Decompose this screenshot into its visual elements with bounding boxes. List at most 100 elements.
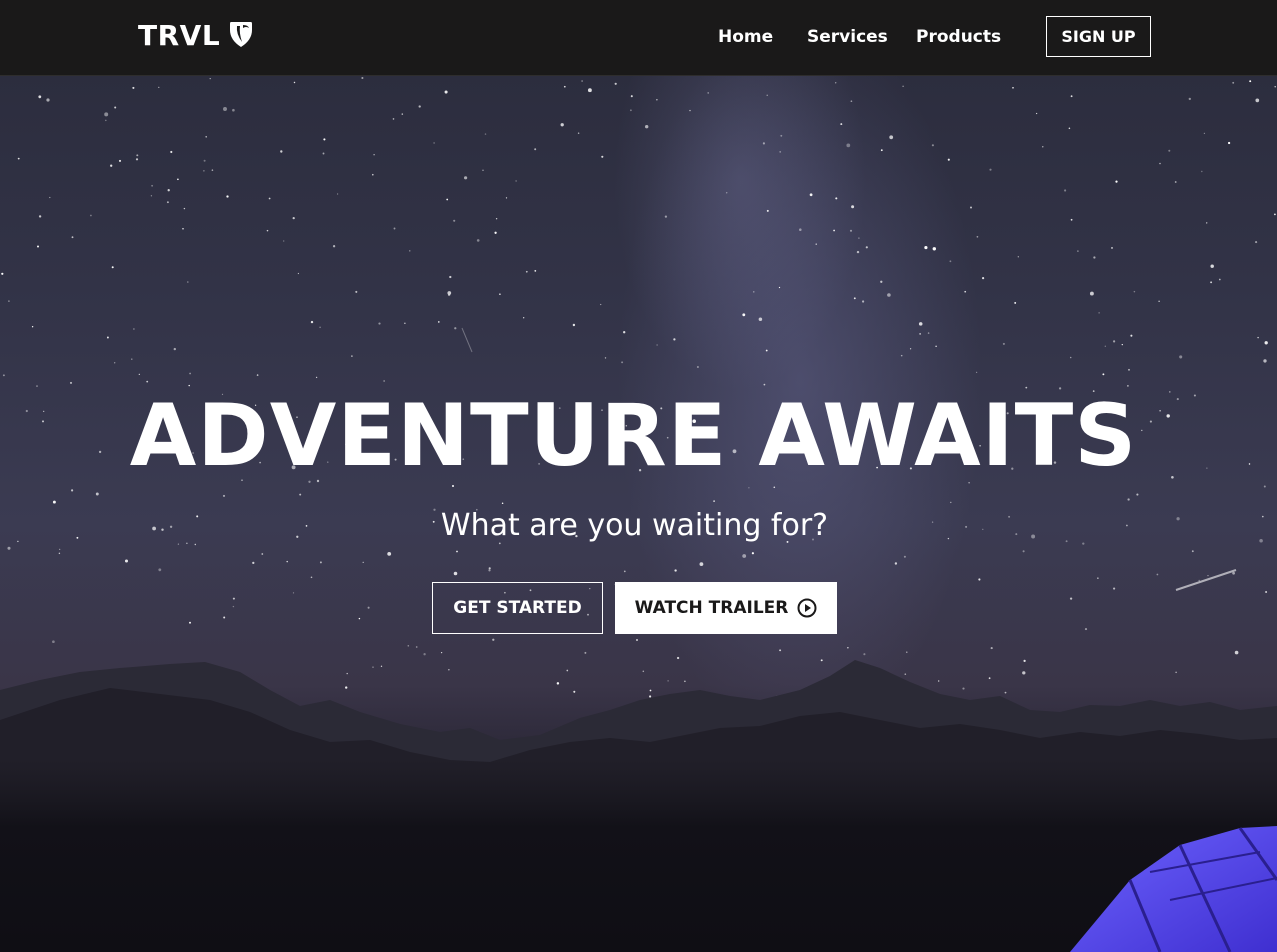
star bbox=[949, 260, 952, 263]
star bbox=[573, 690, 576, 693]
nav-link-home[interactable]: Home bbox=[718, 26, 773, 48]
star bbox=[494, 231, 497, 234]
star bbox=[58, 552, 61, 555]
star bbox=[136, 154, 139, 157]
star bbox=[779, 151, 782, 153]
star bbox=[982, 277, 985, 280]
star bbox=[849, 229, 853, 232]
star bbox=[150, 195, 153, 197]
star bbox=[649, 689, 652, 692]
star bbox=[766, 209, 769, 212]
star bbox=[95, 492, 99, 496]
star bbox=[261, 553, 264, 555]
star bbox=[449, 275, 452, 279]
star bbox=[453, 571, 458, 576]
star bbox=[1232, 81, 1235, 84]
star bbox=[1064, 189, 1067, 192]
star bbox=[623, 570, 626, 573]
star bbox=[1158, 300, 1160, 302]
nav-link-services[interactable]: Services bbox=[807, 26, 888, 48]
star bbox=[656, 344, 658, 346]
star bbox=[835, 197, 838, 200]
star bbox=[1201, 170, 1203, 173]
star bbox=[630, 95, 633, 98]
star bbox=[203, 159, 206, 162]
star bbox=[880, 280, 883, 283]
star bbox=[1102, 373, 1105, 376]
star bbox=[623, 331, 626, 334]
get-started-button[interactable]: GET STARTED bbox=[432, 582, 603, 634]
star bbox=[46, 98, 50, 102]
star bbox=[268, 197, 271, 200]
star bbox=[401, 113, 404, 115]
star bbox=[146, 380, 149, 383]
star bbox=[71, 236, 74, 239]
star bbox=[71, 489, 74, 492]
star bbox=[779, 649, 782, 652]
star bbox=[297, 272, 300, 275]
star bbox=[758, 317, 763, 321]
star bbox=[223, 616, 226, 619]
star bbox=[1, 272, 4, 275]
star bbox=[1022, 671, 1026, 675]
star bbox=[351, 355, 353, 357]
star bbox=[1198, 579, 1200, 582]
sign-up-button[interactable]: SIGN UP bbox=[1046, 16, 1151, 57]
page: TRVL Home Services Products SIGN UP ADVE… bbox=[0, 0, 1277, 952]
star bbox=[392, 118, 395, 120]
brand-logo[interactable]: TRVL bbox=[138, 18, 254, 54]
star bbox=[444, 90, 448, 94]
star bbox=[889, 135, 894, 140]
star bbox=[323, 138, 326, 141]
star bbox=[525, 270, 528, 273]
star bbox=[177, 178, 179, 181]
star bbox=[856, 250, 860, 254]
star bbox=[447, 291, 452, 295]
star bbox=[1264, 341, 1268, 345]
star bbox=[645, 125, 649, 129]
watch-trailer-button[interactable]: WATCH TRAILER bbox=[615, 582, 837, 634]
star bbox=[534, 148, 537, 151]
star bbox=[495, 218, 498, 220]
ground bbox=[0, 760, 1277, 952]
star bbox=[1121, 343, 1123, 346]
star bbox=[110, 164, 113, 167]
star bbox=[1179, 355, 1183, 359]
star bbox=[409, 250, 411, 252]
star bbox=[1255, 98, 1260, 103]
star bbox=[292, 592, 295, 594]
star bbox=[252, 561, 255, 565]
star bbox=[560, 123, 564, 127]
star bbox=[1098, 312, 1100, 314]
star bbox=[1035, 112, 1038, 115]
star bbox=[1156, 573, 1159, 576]
star bbox=[383, 380, 385, 382]
shooting-star bbox=[1175, 569, 1237, 591]
star bbox=[604, 357, 607, 359]
star bbox=[815, 243, 817, 245]
star bbox=[918, 322, 923, 326]
star bbox=[38, 215, 42, 218]
star bbox=[642, 670, 645, 673]
star bbox=[454, 327, 457, 330]
star bbox=[676, 656, 680, 660]
star bbox=[1227, 141, 1231, 145]
nav-link-products[interactable]: Products bbox=[916, 26, 1001, 48]
star bbox=[833, 229, 835, 232]
star bbox=[621, 361, 624, 364]
star bbox=[1068, 127, 1071, 130]
star bbox=[488, 569, 491, 572]
star bbox=[183, 207, 186, 210]
star bbox=[556, 682, 560, 685]
star bbox=[809, 193, 813, 197]
star bbox=[464, 176, 468, 180]
star bbox=[415, 646, 418, 648]
star bbox=[664, 215, 668, 218]
star bbox=[713, 500, 715, 502]
star bbox=[684, 680, 686, 683]
star bbox=[505, 197, 508, 199]
star bbox=[587, 88, 592, 93]
star bbox=[187, 281, 189, 283]
star bbox=[947, 158, 950, 161]
star bbox=[1104, 345, 1106, 347]
